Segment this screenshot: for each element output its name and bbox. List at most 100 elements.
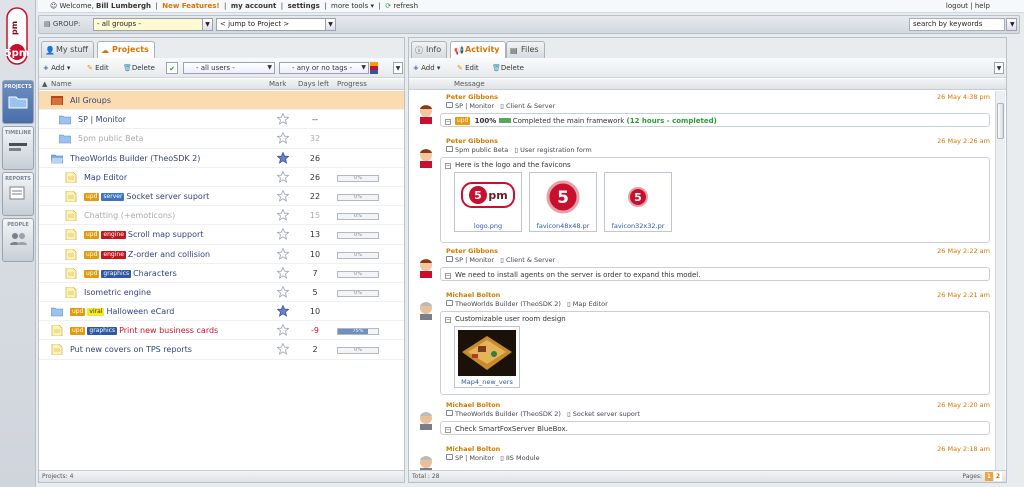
tag-upd[interactable]: upd — [70, 327, 86, 336]
tag-graphics[interactable]: graphics — [87, 327, 118, 336]
row-title[interactable]: upd graphics Print new business cards — [70, 325, 218, 337]
row-title[interactable]: upd engine Scroll map support — [84, 229, 203, 241]
nav-timeline[interactable]: TIMELINE — [2, 126, 34, 170]
settings-link[interactable]: settings — [288, 2, 320, 10]
file-name[interactable]: logo.png — [455, 222, 521, 230]
panel-menu-button[interactable]: ▼ — [994, 62, 1004, 74]
message-author[interactable]: Peter Gibbons — [446, 93, 498, 101]
table-row[interactable]: All Groups — [39, 91, 404, 111]
tag-engine[interactable]: engine — [101, 250, 126, 259]
star-icon[interactable] — [277, 324, 289, 337]
edit-button[interactable]: ✎ Edit — [87, 62, 109, 74]
star-filled-icon[interactable] — [277, 305, 289, 317]
row-title[interactable]: TheoWorlds Builder (TheoSDK 2) — [70, 153, 200, 165]
table-row[interactable]: upd engine Z-order and collision 10 0% — [39, 245, 404, 264]
row-title[interactable]: upd graphics Characters — [84, 268, 177, 280]
check-icon[interactable]: ✔ — [166, 62, 178, 74]
star-icon[interactable] — [277, 266, 289, 279]
jump-to-project-select[interactable]: < jump to Project > ▼ — [216, 18, 336, 31]
table-row[interactable]: upd graphics Characters 7 0% — [39, 264, 404, 283]
breadcrumb-task[interactable]: User registration form — [520, 146, 592, 154]
file-name[interactable]: favicon32x32.pr — [605, 222, 671, 230]
breadcrumb-project[interactable]: SP | Monitor — [455, 454, 494, 462]
tag-upd[interactable]: upd — [84, 269, 100, 278]
help-link[interactable]: help — [975, 2, 990, 10]
message-author[interactable]: Michael Bolton — [446, 401, 500, 409]
tags-filter-select[interactable]: - any or no tags - ▼ — [279, 62, 369, 74]
refresh-link[interactable]: refresh — [393, 2, 418, 10]
row-title[interactable]: Map Editor — [84, 172, 127, 184]
table-row[interactable]: Chatting (+emoticons) 15 0% — [39, 206, 404, 226]
add-message-button[interactable]: + Add ▾ — [413, 62, 440, 74]
row-title[interactable]: Isometric engine — [84, 287, 151, 299]
table-row[interactable]: Isometric engine 5 0% — [39, 283, 404, 303]
tab-activity[interactable]: 📢Activity — [450, 41, 506, 59]
tag-viral[interactable]: viral — [87, 308, 105, 317]
star-filled-icon[interactable] — [277, 151, 289, 164]
collapse-icon[interactable]: − — [445, 163, 451, 169]
delete-message-button[interactable]: 🗑Delete — [492, 62, 524, 74]
my-account-link[interactable]: my account — [231, 2, 276, 10]
file-thumbnail[interactable]: 5 favicon32x32.pr — [604, 172, 672, 232]
column-name[interactable]: Name — [51, 79, 72, 90]
row-title[interactable]: SP | Monitor — [78, 114, 126, 126]
users-filter-select[interactable]: - all users - ▼ — [183, 62, 275, 74]
breadcrumb-task[interactable]: Socket server suport — [573, 410, 640, 418]
breadcrumb-project[interactable]: SP | Monitor — [455, 256, 494, 264]
star-icon[interactable] — [277, 285, 289, 298]
group-select[interactable]: - all groups - ▼ — [93, 18, 213, 31]
star-icon[interactable] — [277, 343, 289, 356]
message-author[interactable]: Michael Bolton — [446, 291, 500, 299]
new-features-link[interactable]: New Features! — [162, 2, 219, 10]
table-row[interactable]: upd viral Halloween eCard 10 — [39, 302, 404, 322]
star-icon[interactable] — [277, 189, 289, 202]
file-thumbnail[interactable]: 5 pm logo.png — [454, 172, 522, 232]
color-filter-icon[interactable] — [370, 62, 378, 74]
message-author[interactable]: Peter Gibbons — [446, 247, 498, 255]
column-days-left[interactable]: Days left — [298, 79, 329, 90]
logout-link[interactable]: logout — [946, 2, 968, 10]
star-icon[interactable] — [277, 132, 289, 145]
column-mark[interactable]: Mark — [269, 79, 286, 90]
tab-files[interactable]: ▤ Files — [506, 41, 545, 58]
activity-scrollbar[interactable] — [995, 91, 1005, 470]
page-2[interactable]: 2 — [994, 472, 1002, 481]
table-row[interactable]: upd graphics Print new business cards -9 75% — [39, 321, 404, 341]
file-name[interactable]: favicon48x48.pr — [530, 222, 596, 230]
breadcrumb-project[interactable]: TheoWorlds Builder (TheoSDK 2) — [455, 300, 561, 308]
tag-upd[interactable]: upd — [84, 192, 100, 201]
tag-server[interactable]: server — [101, 192, 125, 201]
collapse-icon[interactable]: − — [445, 427, 451, 433]
add-button[interactable]: + Add ▾ — [43, 62, 70, 74]
breadcrumb-task[interactable]: IIS Module — [506, 454, 540, 462]
row-title[interactable]: 5pm public Beta — [78, 133, 144, 145]
more-tools-link[interactable]: more tools — [331, 2, 368, 10]
nav-projects[interactable]: PROJECTS — [2, 80, 34, 124]
row-title[interactable]: Chatting (+emoticons) — [84, 210, 175, 222]
star-icon[interactable] — [277, 228, 289, 241]
page-1[interactable]: 1 — [985, 472, 993, 481]
breadcrumb-project[interactable]: TheoWorlds Builder (TheoSDK 2) — [455, 410, 561, 418]
tab-info[interactable]: ⓘ Info — [411, 41, 448, 58]
breadcrumb-task[interactable]: Client & Server — [506, 102, 555, 110]
column-progress[interactable]: Progress — [337, 79, 367, 90]
tag-upd[interactable]: upd — [70, 308, 86, 317]
row-title[interactable]: Put new covers on TPS reports — [70, 344, 192, 356]
nav-reports[interactable]: REPORTS — [2, 172, 34, 216]
table-row[interactable]: SP | Monitor -- — [39, 110, 404, 130]
row-title[interactable]: upd engine Z-order and collision — [84, 249, 210, 261]
table-row[interactable]: Put new covers on TPS reports 2 0% — [39, 340, 404, 360]
breadcrumb-project[interactable]: SP | Monitor — [455, 102, 494, 110]
file-name[interactable]: Map4_new_vers — [455, 378, 519, 386]
search-input[interactable]: search by keywords — [909, 18, 1005, 31]
collapse-icon[interactable]: − — [445, 317, 451, 323]
file-thumbnail[interactable]: Map4_new_vers — [454, 326, 520, 388]
tab-my-stuff[interactable]: 👤My stuff — [41, 41, 95, 58]
table-row[interactable]: Map Editor 26 0% — [39, 168, 404, 187]
message-author[interactable]: Peter Gibbons — [446, 137, 498, 145]
tag-upd[interactable]: upd — [84, 250, 100, 259]
row-title[interactable]: All Groups — [70, 95, 111, 107]
tag-upd[interactable]: upd — [84, 231, 100, 240]
table-row[interactable]: TheoWorlds Builder (TheoSDK 2) 26 — [39, 149, 404, 168]
search-dropdown-button[interactable]: ▼ — [1006, 18, 1017, 31]
